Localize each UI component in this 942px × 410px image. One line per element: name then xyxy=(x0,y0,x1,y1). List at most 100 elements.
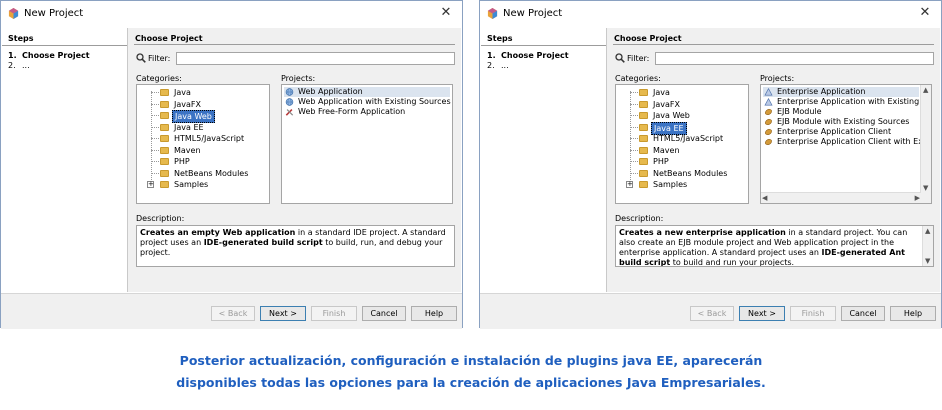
divider xyxy=(613,44,934,45)
filter-label: Filter: xyxy=(627,54,650,63)
close-icon[interactable]: ✕ xyxy=(438,5,454,21)
description-scrollbar[interactable]: ▲ ▼ xyxy=(922,226,933,266)
list-item[interactable]: Web Free-Form Application xyxy=(284,107,450,117)
tree-item-label: JavaFX xyxy=(653,99,680,109)
tree-item-netbeans-modules[interactable]: NetBeans Modules xyxy=(622,168,747,179)
folder-icon xyxy=(160,112,169,119)
tree-item-label: Java Web xyxy=(653,111,690,120)
folder-icon xyxy=(160,146,169,154)
button-bar: < Back Next > Finish Cancel Help xyxy=(1,293,462,329)
list-item[interactable]: Web Application xyxy=(284,87,450,97)
tree-item-label: HTML5/JavaScript xyxy=(174,134,245,143)
scroll-right-icon[interactable]: ▶ xyxy=(915,193,920,203)
scroll-down-icon[interactable]: ▼ xyxy=(925,256,930,266)
tree-item-java-ee[interactable]: Java EE xyxy=(622,121,747,135)
projects-list[interactable]: Enterprise Application Enterprise Applic… xyxy=(760,84,932,204)
next-button[interactable]: Next > xyxy=(739,306,785,321)
list-item[interactable]: Enterprise Application Client xyxy=(763,127,919,137)
scroll-left-icon[interactable]: ◀ xyxy=(762,193,767,203)
scroll-down-icon[interactable]: ▼ xyxy=(923,183,928,193)
next-button[interactable]: Next > xyxy=(260,306,306,321)
list-item-label: Web Application xyxy=(298,87,363,96)
folder-icon xyxy=(639,146,648,154)
step-number: 1. xyxy=(8,51,17,60)
cancel-button[interactable]: Cancel xyxy=(841,306,885,321)
projects-list[interactable]: Web Application Web Application with Exi… xyxy=(281,84,453,204)
bean-icon xyxy=(765,129,772,135)
list-item[interactable]: Enterprise Application xyxy=(763,87,919,97)
tree-item-java-web[interactable]: Java Web xyxy=(143,110,268,123)
list-item-label: Enterprise Application Client xyxy=(777,127,892,136)
scroll-up-icon[interactable]: ▲ xyxy=(925,226,930,236)
horizontal-scrollbar[interactable]: ◀ ▶ xyxy=(761,192,921,203)
title-bar: New Project ✕ xyxy=(1,1,462,27)
finish-button[interactable]: Finish xyxy=(311,306,357,321)
categories-label: Categories: xyxy=(136,74,182,83)
back-button[interactable]: < Back xyxy=(211,306,255,321)
tree-item-php[interactable]: PHP xyxy=(143,156,268,167)
vertical-scrollbar[interactable]: ▲ ▼ xyxy=(920,85,931,193)
search-icon xyxy=(615,53,625,63)
step-number: 2. xyxy=(8,61,16,70)
list-item[interactable]: Enterprise Application Client with Exist… xyxy=(763,137,931,147)
step-item: 1. Choose Project xyxy=(8,51,90,60)
step-label: Choose Project xyxy=(22,51,90,60)
tree-item-java-web[interactable]: Java Web xyxy=(622,110,747,121)
tree-item-label: HTML5/JavaScript xyxy=(653,134,724,143)
categories-tree[interactable]: Java JavaFX Java Web Java EE HTML5/JavaS… xyxy=(615,84,749,204)
description-label: Description: xyxy=(136,214,185,223)
tree-item-html5[interactable]: HTML5/JavaScript xyxy=(143,133,268,144)
tree-item-label: Maven xyxy=(174,145,201,155)
help-button[interactable]: Help xyxy=(411,306,457,321)
expand-icon[interactable]: + xyxy=(147,181,154,188)
tree-item-samples[interactable]: + Samples xyxy=(143,179,268,190)
filter-input[interactable] xyxy=(655,52,934,65)
scroll-corner xyxy=(921,193,931,203)
tree-item-javafx[interactable]: JavaFX xyxy=(622,99,747,110)
folder-icon xyxy=(160,181,169,188)
step-number: 1. xyxy=(487,51,496,60)
tree-item-maven[interactable]: Maven xyxy=(622,145,747,156)
help-button[interactable]: Help xyxy=(890,306,936,321)
expand-icon[interactable]: + xyxy=(626,181,633,188)
tree-item-label: PHP xyxy=(653,157,669,166)
tree-item-maven[interactable]: Maven xyxy=(143,145,268,156)
list-item[interactable]: Web Application with Existing Sources xyxy=(284,97,451,107)
filter-input[interactable] xyxy=(176,52,455,65)
tree-item-netbeans-modules[interactable]: NetBeans Modules xyxy=(143,168,268,179)
tree-item-java-ee[interactable]: Java EE xyxy=(143,122,268,133)
close-icon[interactable]: ✕ xyxy=(917,5,933,21)
tree-item-javafx[interactable]: JavaFX xyxy=(143,99,268,110)
cancel-button[interactable]: Cancel xyxy=(362,306,406,321)
tree-item-php[interactable]: PHP xyxy=(622,156,747,167)
step-item: 2.... xyxy=(487,61,509,70)
tree-item-label: Java EE xyxy=(174,122,204,132)
tree-item-java[interactable]: Java xyxy=(143,87,268,98)
categories-tree[interactable]: Java JavaFX Java Web Java EE HTML5/JavaS… xyxy=(136,84,270,204)
steps-panel: Steps 1. Choose Project 2.... xyxy=(2,28,128,292)
folder-icon xyxy=(639,100,648,108)
window-title: New Project xyxy=(24,8,84,19)
scroll-up-icon[interactable]: ▲ xyxy=(923,85,928,95)
list-item-label: EJB Module xyxy=(777,107,822,116)
tree-item-label: NetBeans Modules xyxy=(174,168,249,178)
finish-button[interactable]: Finish xyxy=(790,306,836,321)
list-item-label: Enterprise Application Client with Exist… xyxy=(777,137,931,146)
tree-item-samples[interactable]: + Samples xyxy=(622,179,747,190)
main-panel: Choose Project Filter: Categories: Proje… xyxy=(128,28,461,292)
description-emphasis: Creates an empty Web application xyxy=(140,228,296,237)
list-item[interactable]: Enterprise Application with Existing Sou… xyxy=(763,97,931,107)
folder-icon xyxy=(639,158,648,165)
description-emphasis: IDE-generated build script xyxy=(203,238,323,247)
back-button[interactable]: < Back xyxy=(690,306,734,321)
main-panel: Choose Project Filter: Categories: Proje… xyxy=(607,28,940,292)
tree-item-html5[interactable]: HTML5/JavaScript xyxy=(622,133,747,144)
triangle-icon xyxy=(764,88,773,96)
tree-item-java[interactable]: Java xyxy=(622,87,747,98)
list-item[interactable]: EJB Module with Existing Sources xyxy=(763,117,919,127)
globe-icon xyxy=(285,98,294,106)
search-icon xyxy=(136,53,146,63)
list-item[interactable]: EJB Module xyxy=(763,107,919,117)
folder-icon xyxy=(639,181,648,188)
projects-label: Projects: xyxy=(281,74,316,83)
